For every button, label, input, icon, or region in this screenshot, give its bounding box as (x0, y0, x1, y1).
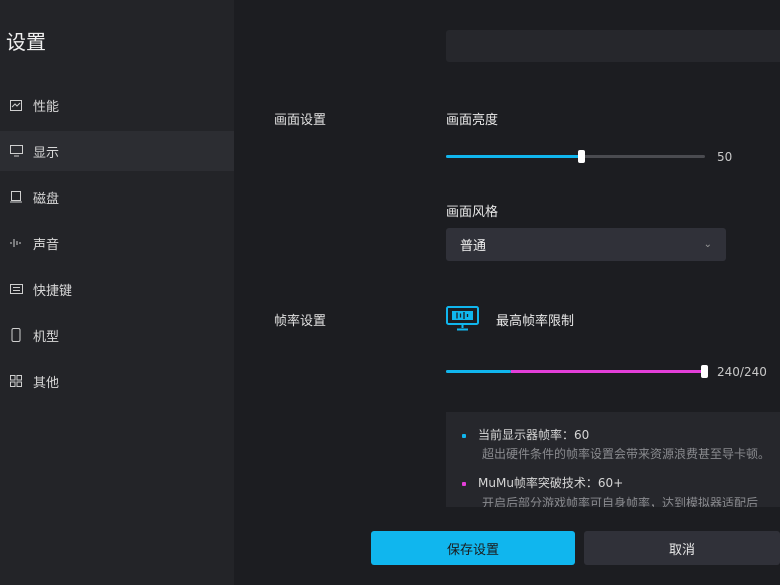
sidebar-item-display[interactable]: 显示 (0, 131, 234, 171)
magenta-bullet-icon (462, 481, 466, 486)
framerate-section-label: 帧率设置 (274, 314, 327, 329)
brightness-slider-thumb[interactable] (577, 150, 585, 163)
info-desc-display-fps: 超出硬件条件的帧率设置会带来资源浪费甚至导卡顿。 (482, 447, 771, 461)
blue-bullet-icon (462, 433, 466, 438)
max-fps-slider-thumb[interactable] (701, 365, 708, 378)
info-desc-mumu-fps: 开启后部分游戏帧率可自身帧率，达到模拟器适配后 (482, 496, 759, 507)
monitor-fps-icon (446, 306, 479, 331)
info-item-mumu-fps: MuMu帧率突破技术：60+ (462, 474, 623, 491)
fps-info-box: 当前显示器帧率：60 超出硬件条件的帧率设置会带来资源浪费甚至导卡顿。 MuMu… (446, 412, 780, 507)
cancel-button[interactable]: 取消 (584, 531, 780, 565)
sidebar-item-performance[interactable]: 性能 (0, 85, 234, 125)
sidebar-item-model[interactable]: 机型 (0, 315, 234, 355)
disk-icon (9, 190, 23, 204)
max-fps-label: 最高帧率限制 (496, 314, 575, 329)
style-label: 画面风格 (446, 205, 499, 220)
max-fps-slider[interactable] (446, 365, 708, 378)
brightness-value: 50 (717, 150, 733, 164)
grid-icon (9, 374, 23, 388)
style-select[interactable]: 普通 ⌄ (446, 228, 726, 261)
monitor-icon (9, 144, 23, 158)
sidebar-item-label: 机型 (33, 329, 60, 345)
save-button[interactable]: 保存设置 (371, 531, 575, 565)
max-fps-slider-boost-fill (510, 370, 705, 373)
sidebar-item-label: 其他 (33, 375, 60, 391)
sidebar-item-label: 声音 (33, 237, 60, 253)
sidebar-item-label: 显示 (33, 145, 60, 161)
sidebar-item-sound[interactable]: 声音 (0, 223, 234, 263)
chevron-down-icon: ⌄ (703, 239, 712, 250)
sidebar-item-shortcuts[interactable]: 快捷键 (0, 269, 234, 309)
sidebar: 设置 性能 显示 磁盘 声音 快捷键 机型 其他 (0, 0, 234, 585)
sidebar-item-label: 性能 (33, 99, 60, 115)
sound-icon (9, 236, 23, 250)
sidebar-item-other[interactable]: 其他 (0, 361, 234, 401)
display-section-label: 画面设置 (274, 113, 327, 128)
settings-title: 设置 (6, 30, 46, 54)
sidebar-item-label: 快捷键 (33, 283, 73, 299)
max-fps-value: 240/240 (717, 365, 767, 379)
brightness-slider[interactable] (446, 150, 705, 163)
keyboard-icon (9, 282, 23, 296)
sidebar-item-disk[interactable]: 磁盘 (0, 177, 234, 217)
max-fps-slider-native-fill (446, 370, 511, 373)
performance-icon (9, 98, 23, 112)
phone-icon (9, 328, 23, 342)
brightness-label: 画面亮度 (446, 113, 499, 128)
style-select-value: 普通 (460, 239, 487, 254)
top-bar (446, 30, 780, 62)
brightness-slider-fill (446, 155, 581, 158)
sidebar-item-label: 磁盘 (33, 191, 60, 207)
info-item-display-fps: 当前显示器帧率：60 (462, 426, 589, 443)
